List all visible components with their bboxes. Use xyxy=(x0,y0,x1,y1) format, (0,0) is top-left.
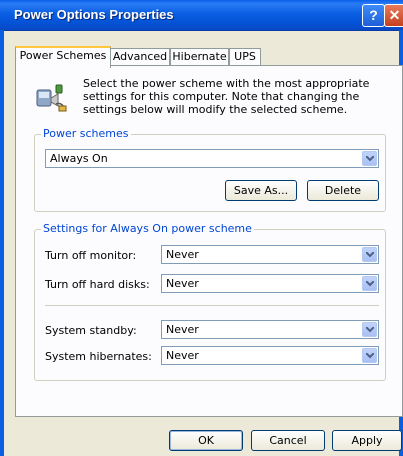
system-standby-select[interactable]: Never xyxy=(161,320,379,339)
chevron-down-icon[interactable] xyxy=(362,151,377,166)
power-schemes-panel: Select the power scheme with the most ap… xyxy=(15,65,403,417)
turn-off-monitor-value: Never xyxy=(166,248,199,261)
tab-label: Hibernate xyxy=(172,50,227,63)
tab-hibernate[interactable]: Hibernate xyxy=(170,48,229,66)
settings-group: Settings for Always On power scheme Turn… xyxy=(34,222,386,381)
turn-off-hard-disks-label: Turn off hard disks: xyxy=(45,278,150,291)
save-as-button[interactable]: Save As... xyxy=(225,180,297,201)
turn-off-monitor-select[interactable]: Never xyxy=(161,245,379,264)
tab-label: Advanced xyxy=(112,50,168,63)
help-icon: ? xyxy=(369,7,378,23)
close-button[interactable]: ✕ xyxy=(384,4,403,27)
chevron-down-icon[interactable] xyxy=(362,247,377,262)
system-hibernates-label: System hibernates: xyxy=(45,350,152,363)
apply-button[interactable]: Apply xyxy=(332,430,402,451)
system-hibernates-value: Never xyxy=(166,349,199,362)
system-hibernates-select[interactable]: Never xyxy=(161,346,379,365)
tab-power-schemes[interactable]: Power Schemes xyxy=(15,46,111,68)
system-standby-label: System standby: xyxy=(45,324,137,337)
cancel-button[interactable]: Cancel xyxy=(251,430,325,451)
tab-label: Power Schemes xyxy=(19,49,107,62)
intro-text: Select the power scheme with the most ap… xyxy=(83,77,370,116)
power-options-dialog: Power Options Properties ? ✕ Power Schem… xyxy=(0,0,403,456)
power-scheme-icon xyxy=(36,84,67,112)
chevron-down-icon[interactable] xyxy=(362,348,377,363)
settings-separator xyxy=(45,305,379,306)
chevron-down-icon[interactable] xyxy=(362,322,377,337)
title-bar[interactable]: Power Options Properties ? ✕ xyxy=(0,0,403,31)
tab-advanced[interactable]: Advanced xyxy=(110,48,170,66)
settings-group-label: Settings for Always On power scheme xyxy=(41,222,254,235)
window-title: Power Options Properties xyxy=(14,7,174,22)
close-icon: ✕ xyxy=(388,7,401,23)
delete-button[interactable]: Delete xyxy=(307,180,379,201)
power-scheme-select[interactable]: Always On xyxy=(45,149,379,168)
tab-ups[interactable]: UPS xyxy=(229,48,261,66)
window-border-left xyxy=(0,30,4,456)
power-scheme-value: Always On xyxy=(50,152,108,165)
turn-off-monitor-label: Turn off monitor: xyxy=(45,249,137,262)
turn-off-hard-disks-select[interactable]: Never xyxy=(161,274,379,293)
tab-label: UPS xyxy=(234,50,256,63)
chevron-down-icon[interactable] xyxy=(362,276,377,291)
system-standby-value: Never xyxy=(166,323,199,336)
power-schemes-group: Power schemes Always On Save As... Delet… xyxy=(34,127,386,212)
power-schemes-group-label: Power schemes xyxy=(41,127,131,140)
turn-off-hard-disks-value: Never xyxy=(166,277,199,290)
help-button[interactable]: ? xyxy=(362,4,385,27)
ok-button[interactable]: OK xyxy=(169,430,243,451)
